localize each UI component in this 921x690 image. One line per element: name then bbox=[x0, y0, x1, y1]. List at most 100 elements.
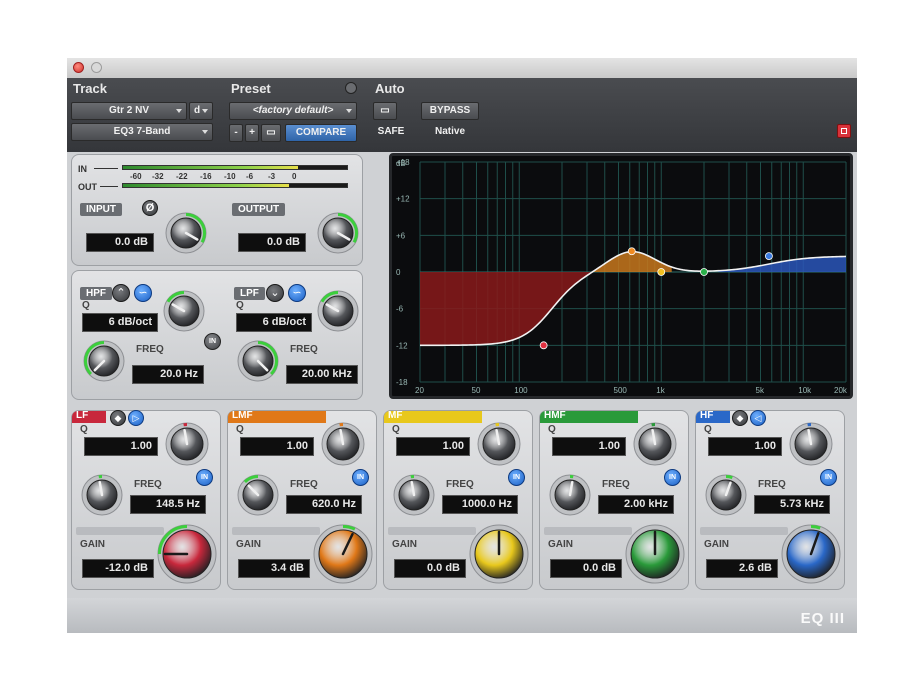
band-q-knob[interactable] bbox=[320, 421, 366, 467]
hpf-freq-display[interactable]: 20.0 Hz bbox=[132, 365, 204, 384]
band-q-knob[interactable] bbox=[788, 421, 834, 467]
band-freq-display[interactable]: 5.73 kHz bbox=[754, 495, 830, 514]
power-icon[interactable] bbox=[837, 124, 851, 138]
band-q-display[interactable]: 1.00 bbox=[396, 437, 470, 456]
knob-graphic bbox=[321, 422, 365, 466]
knob-graphic bbox=[237, 474, 279, 516]
preset-menu-icon[interactable] bbox=[345, 82, 357, 94]
db-axis-label: +6 bbox=[396, 231, 406, 240]
high-shelf-icon[interactable]: ◆ bbox=[732, 410, 748, 426]
band-gain-knob[interactable] bbox=[468, 523, 530, 585]
eq-curve-display[interactable]: dB +18 +12 +6 0 -6 -12 -18 20 50 100 500 1k 5k 10k 20k bbox=[389, 153, 853, 399]
band-q-display[interactable]: 1.00 bbox=[84, 437, 158, 456]
native-indicator: Native bbox=[434, 126, 465, 137]
band-freq-knob[interactable] bbox=[236, 473, 280, 517]
eq-curve-graph[interactable]: dB+18+12+60-6-12-1820 50 100 500 1k 5k 10k 20k bbox=[392, 156, 850, 396]
bypass-button[interactable]: BYPASS bbox=[421, 102, 479, 120]
output-meter bbox=[122, 183, 348, 188]
lpf-slope-knob[interactable] bbox=[316, 289, 360, 333]
track-selector[interactable]: Gtr 2 NV bbox=[71, 102, 187, 120]
input-label: INPUT bbox=[80, 203, 122, 216]
track-suffix-selector[interactable]: d bbox=[189, 102, 213, 120]
footer: EQ III bbox=[67, 598, 857, 633]
band-in-button[interactable]: IN bbox=[664, 469, 681, 486]
plugin-selector[interactable]: EQ3 7-Band bbox=[71, 123, 213, 141]
band-q-knob[interactable] bbox=[164, 421, 210, 467]
preset-prev-button[interactable]: - bbox=[229, 124, 243, 142]
band-gain-knob[interactable] bbox=[624, 523, 686, 585]
band-gain-display[interactable]: 2.6 dB bbox=[706, 559, 778, 578]
output-gain-knob[interactable] bbox=[316, 211, 360, 255]
band-in-button[interactable]: IN bbox=[352, 469, 369, 486]
band-freq-knob[interactable] bbox=[704, 473, 748, 517]
db-axis-label: -6 bbox=[396, 305, 404, 314]
knob-graphic bbox=[157, 524, 217, 584]
band-freq-knob[interactable] bbox=[80, 473, 124, 517]
band-freq-display[interactable]: 2.00 kHz bbox=[598, 495, 674, 514]
band-gain-display[interactable]: 3.4 dB bbox=[238, 559, 310, 578]
band-in-button[interactable]: IN bbox=[508, 469, 525, 486]
band-freq-knob[interactable] bbox=[392, 473, 436, 517]
minimize-button[interactable] bbox=[91, 62, 102, 73]
lpf-freq-display[interactable]: 20.00 kHz bbox=[286, 365, 358, 384]
meter-scale-tick: -16 bbox=[200, 172, 212, 181]
close-button[interactable] bbox=[73, 62, 84, 73]
hpf-freq-knob[interactable] bbox=[82, 339, 126, 383]
band-gain-display[interactable]: 0.0 dB bbox=[394, 559, 466, 578]
band-q-display[interactable]: 1.00 bbox=[240, 437, 314, 456]
hpf-slope-icon[interactable]: ∽ bbox=[134, 284, 152, 302]
band-panel-mf: MF Q 1.00 FREQ 1000.0 Hz IN GAIN 0.0 dB bbox=[383, 410, 533, 590]
high-peak-icon[interactable]: ◁ bbox=[750, 410, 766, 426]
preset-next-button[interactable]: + bbox=[245, 124, 259, 142]
knob-graphic bbox=[237, 340, 279, 382]
safe-button[interactable]: SAFE bbox=[373, 124, 409, 142]
librarian-icon[interactable]: ▭ bbox=[261, 124, 281, 142]
lowpass-shape-icon[interactable]: ⌄ bbox=[266, 284, 284, 302]
band-freq-display[interactable]: 148.5 Hz bbox=[130, 495, 206, 514]
preset-selector[interactable]: <factory default> bbox=[229, 102, 357, 120]
band-q-knob[interactable] bbox=[632, 421, 678, 467]
low-shelf-icon[interactable]: ◆ bbox=[110, 410, 126, 426]
meter-scale-tick: 0 bbox=[292, 172, 297, 181]
eq-band-node bbox=[627, 247, 636, 256]
lpf-slope-display[interactable]: 6 dB/oct bbox=[236, 313, 312, 332]
output-gain-display[interactable]: 0.0 dB bbox=[238, 233, 306, 252]
band-color-strip: HF bbox=[696, 410, 730, 423]
lpf-slope-icon[interactable]: ∽ bbox=[288, 284, 306, 302]
in-meter-label: IN bbox=[78, 164, 87, 174]
eq-band-node bbox=[765, 252, 773, 261]
band-gain-display[interactable]: 0.0 dB bbox=[550, 559, 622, 578]
knob-graphic bbox=[163, 290, 205, 332]
band-color-strip: LMF bbox=[228, 410, 326, 423]
eq-band-node bbox=[657, 268, 666, 276]
phase-invert-button[interactable]: Ø bbox=[142, 200, 158, 216]
compare-button[interactable]: COMPARE bbox=[285, 124, 357, 142]
knob-graphic bbox=[549, 474, 591, 516]
knob-graphic bbox=[81, 474, 123, 516]
input-meter bbox=[122, 165, 348, 170]
band-freq-display[interactable]: 1000.0 Hz bbox=[442, 495, 518, 514]
hpf-slope-display[interactable]: 6 dB/oct bbox=[82, 313, 158, 332]
automation-icon[interactable]: ▭ bbox=[373, 102, 397, 120]
band-q-knob[interactable] bbox=[476, 421, 522, 467]
band-gain-knob[interactable] bbox=[312, 523, 374, 585]
hpf-in-button[interactable]: IN bbox=[204, 333, 221, 350]
band-q-display[interactable]: 1.00 bbox=[708, 437, 782, 456]
highpass-shape-icon[interactable]: ⌃ bbox=[112, 284, 130, 302]
band-q-display[interactable]: 1.00 bbox=[552, 437, 626, 456]
band-panel-lmf: LMF Q 1.00 FREQ 620.0 Hz IN GAIN 3.4 dB bbox=[227, 410, 377, 590]
hpf-slope-knob[interactable] bbox=[162, 289, 206, 333]
band-in-button[interactable]: IN bbox=[196, 469, 213, 486]
band-gain-display[interactable]: -12.0 dB bbox=[82, 559, 154, 578]
band-gain-knob[interactable] bbox=[780, 523, 842, 585]
band-freq-display[interactable]: 620.0 Hz bbox=[286, 495, 362, 514]
meter-scale-tick: -10 bbox=[224, 172, 236, 181]
input-gain-display[interactable]: 0.0 dB bbox=[86, 233, 154, 252]
band-gain-knob[interactable] bbox=[156, 523, 218, 585]
band-in-button[interactable]: IN bbox=[820, 469, 837, 486]
lpf-freq-knob[interactable] bbox=[236, 339, 280, 383]
input-gain-knob[interactable] bbox=[164, 211, 208, 255]
low-peak-icon[interactable]: ▷ bbox=[128, 410, 144, 426]
knob-graphic bbox=[477, 422, 521, 466]
band-freq-knob[interactable] bbox=[548, 473, 592, 517]
